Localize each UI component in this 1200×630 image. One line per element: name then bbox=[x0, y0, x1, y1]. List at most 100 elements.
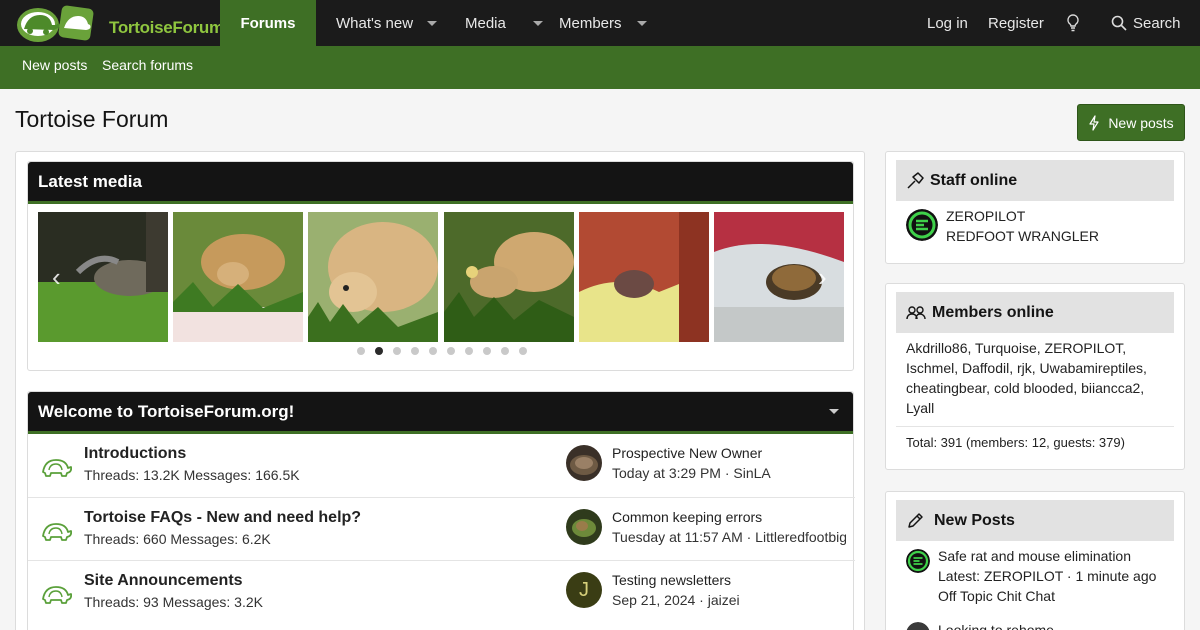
sub-navigation-bar: New posts Search forums bbox=[0, 46, 1200, 89]
subnav-search-forums[interactable]: Search forums bbox=[102, 57, 193, 73]
search-button[interactable]: Search bbox=[1111, 0, 1181, 46]
carousel-dot[interactable] bbox=[410, 347, 419, 355]
media-thumbnail[interactable] bbox=[173, 212, 303, 342]
tortoise-forum-icon bbox=[42, 586, 72, 604]
pencil-icon bbox=[908, 512, 923, 528]
nav-tab-forums[interactable]: Forums bbox=[220, 0, 316, 46]
members-online-header[interactable]: Members online bbox=[896, 292, 1174, 333]
login-link[interactable]: Log in bbox=[927, 0, 968, 46]
latest-thread-title[interactable]: Prospective New Owner bbox=[612, 445, 762, 461]
new-post-title[interactable]: Looking to rehome bbox=[938, 622, 1054, 630]
latest-media-title: Latest media bbox=[28, 162, 853, 204]
subnav-new-posts[interactable]: New posts bbox=[22, 57, 87, 73]
collapse-chevron-icon[interactable] bbox=[829, 409, 839, 414]
carousel-pagination bbox=[28, 347, 855, 355]
carousel-dot[interactable] bbox=[500, 347, 509, 355]
forum-stats: Threads: 93 Messages: 3.2K bbox=[84, 594, 263, 610]
register-link[interactable]: Register bbox=[988, 0, 1044, 46]
carousel-dot[interactable] bbox=[482, 347, 491, 355]
staff-online-title: Staff online bbox=[930, 171, 1018, 189]
users-icon bbox=[906, 305, 926, 319]
staff-name[interactable]: ZEROPILOT bbox=[946, 208, 1025, 224]
register-label: Register bbox=[988, 14, 1044, 32]
main-content-panel: Latest media ‹ › Welcome to TortoiseForu… bbox=[15, 151, 865, 630]
nav-tab-media[interactable]: Media bbox=[465, 0, 543, 46]
latest-thread-meta: Today at 3:29 PM · SinLA bbox=[612, 465, 771, 481]
carousel-dot[interactable] bbox=[446, 347, 455, 355]
new-posts-title: New Posts bbox=[934, 511, 1015, 529]
nav-tab-label: Media bbox=[465, 14, 506, 32]
latest-thread-meta: Sep 21, 2024 · jaizei bbox=[612, 592, 740, 608]
gavel-icon bbox=[907, 171, 924, 189]
media-thumbnail[interactable] bbox=[444, 212, 574, 342]
lightning-icon bbox=[1089, 114, 1099, 131]
new-posts-widget: New Posts Safe rat and mouse elimination… bbox=[885, 491, 1185, 630]
welcome-category-header[interactable]: Welcome to TortoiseForum.org! bbox=[28, 392, 853, 434]
carousel-dot[interactable] bbox=[518, 347, 527, 355]
media-thumbnail[interactable] bbox=[308, 212, 438, 342]
avatar[interactable] bbox=[906, 622, 930, 630]
login-label: Log in bbox=[927, 14, 968, 32]
latest-thread-meta: Tuesday at 11:57 AM · Littleredfootbigr bbox=[612, 529, 846, 545]
search-icon bbox=[1111, 15, 1127, 31]
forum-row-introductions[interactable]: Introductions Threads: 13.2K Messages: 1… bbox=[28, 434, 855, 497]
new-posts-button[interactable]: New posts bbox=[1077, 104, 1185, 141]
members-online-list[interactable]: Akdrillo86, Turquoise, ZEROPILOT, Ischme… bbox=[906, 338, 1166, 418]
nav-tab-members[interactable]: Members bbox=[559, 0, 647, 46]
avatar[interactable] bbox=[906, 209, 938, 241]
avatar-letter: J bbox=[579, 578, 589, 601]
media-carousel: ‹ › bbox=[38, 212, 844, 342]
avatar[interactable] bbox=[566, 445, 602, 481]
staff-role: REDFOOT WRANGLER bbox=[946, 228, 1099, 244]
carousel-next-icon[interactable]: › bbox=[818, 264, 838, 290]
staff-online-header[interactable]: Staff online bbox=[896, 160, 1174, 201]
style-toggle-button[interactable] bbox=[1066, 0, 1080, 46]
new-post-meta: Latest: ZEROPILOT · 1 minute ago bbox=[938, 568, 1157, 584]
carousel-dot[interactable] bbox=[428, 347, 437, 355]
new-posts-button-label: New posts bbox=[1108, 114, 1174, 131]
chevron-down-icon[interactable] bbox=[636, 20, 647, 26]
latest-thread-title[interactable]: Testing newsletters bbox=[612, 572, 731, 588]
logo-text-forum: Forum bbox=[172, 18, 224, 37]
members-online-title: Members online bbox=[932, 303, 1054, 321]
media-thumbnail[interactable] bbox=[579, 212, 709, 342]
new-posts-header[interactable]: New Posts bbox=[896, 500, 1174, 541]
forum-title[interactable]: Introductions bbox=[84, 445, 186, 463]
logo-text-tortoise: Tortoise bbox=[109, 18, 173, 37]
forum-stats: Threads: 660 Messages: 6.2K bbox=[84, 531, 271, 547]
chevron-down-icon[interactable] bbox=[532, 20, 543, 26]
tortoise-forum-icon bbox=[42, 459, 72, 477]
carousel-dot[interactable] bbox=[464, 347, 473, 355]
avatar[interactable] bbox=[906, 549, 930, 573]
tortoise-forum-icon bbox=[42, 523, 72, 541]
avatar[interactable] bbox=[566, 509, 602, 545]
carousel-dot[interactable] bbox=[392, 347, 401, 355]
nav-tab-label: Members bbox=[559, 14, 622, 32]
latest-media-block: Latest media ‹ › bbox=[27, 161, 854, 371]
avatar[interactable]: J bbox=[566, 572, 602, 608]
nav-tab-whats-new[interactable]: What's new bbox=[336, 0, 438, 46]
forum-title[interactable]: Site Announcements bbox=[84, 572, 243, 590]
welcome-category-block: Welcome to TortoiseForum.org! Introducti… bbox=[27, 391, 855, 630]
latest-thread-title[interactable]: Common keeping errors bbox=[612, 509, 762, 525]
forum-row-site-announcements[interactable]: Site Announcements Threads: 93 Messages:… bbox=[28, 560, 855, 623]
carousel-dot[interactable] bbox=[356, 347, 365, 355]
new-post-title[interactable]: Safe rat and mouse elimination bbox=[938, 548, 1131, 564]
members-online-widget: Members online Akdrillo86, Turquoise, ZE… bbox=[885, 283, 1185, 470]
site-logo[interactable]: TortoiseForum bbox=[16, 3, 224, 43]
forum-title[interactable]: Tortoise FAQs - New and need help? bbox=[84, 509, 361, 527]
new-post-forum[interactable]: Off Topic Chit Chat bbox=[938, 588, 1055, 604]
carousel-dot[interactable] bbox=[374, 347, 383, 355]
search-label: Search bbox=[1133, 14, 1181, 32]
forum-stats: Threads: 13.2K Messages: 166.5K bbox=[84, 467, 300, 483]
lightbulb-icon bbox=[1067, 14, 1079, 32]
nav-tab-label: Forums bbox=[240, 14, 296, 32]
page-title: Tortoise Forum bbox=[15, 106, 169, 132]
carousel-prev-icon[interactable]: ‹ bbox=[52, 264, 72, 290]
tortoise-logo-icon bbox=[17, 5, 94, 42]
top-navigation-bar: TortoiseForum Forums What's new Media Me… bbox=[0, 0, 1200, 46]
chevron-down-icon[interactable] bbox=[427, 20, 438, 26]
forum-row-tortoise-faqs[interactable]: Tortoise FAQs - New and need help? Threa… bbox=[28, 497, 855, 560]
nav-tab-label: What's new bbox=[336, 14, 414, 32]
staff-online-widget: Staff online ZEROPILOT REDFOOT WRANGLER bbox=[885, 151, 1185, 264]
